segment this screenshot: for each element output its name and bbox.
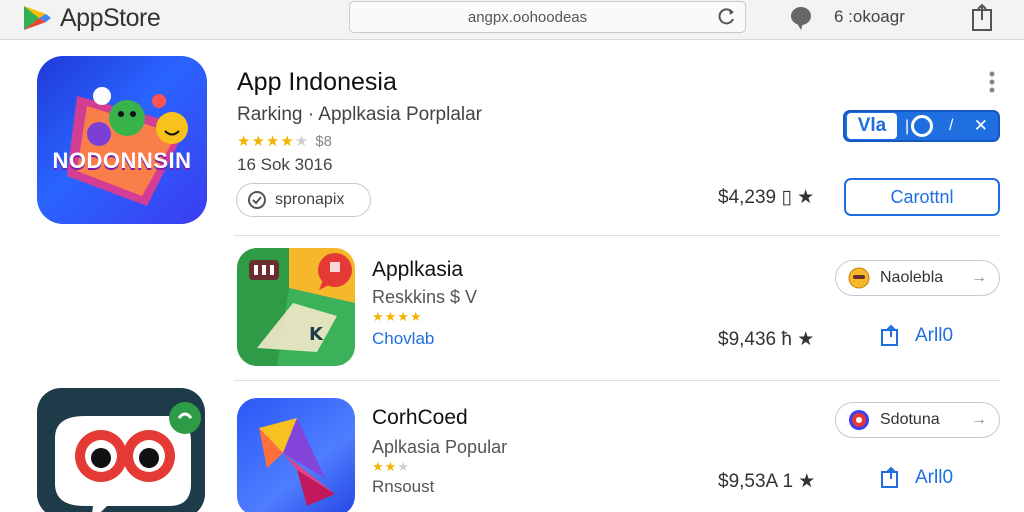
- developer-chip[interactable]: Sdotuna →: [835, 402, 1000, 438]
- app-icon-corhcoed[interactable]: [237, 398, 355, 512]
- svg-text:K: K: [309, 324, 324, 345]
- stars-filled: ★★★★: [237, 133, 295, 150]
- brand-logo[interactable]: AppStore: [22, 3, 161, 33]
- toggle-separator: |: [905, 118, 910, 135]
- arrow-right-icon: →: [971, 269, 987, 286]
- app-icon-applkasia[interactable]: K: [237, 248, 355, 366]
- arrow-right-icon: →: [971, 411, 987, 428]
- rating-count: $8: [315, 133, 332, 150]
- chat-buddy-artwork: [55, 402, 201, 512]
- app-icon-chat-buddy[interactable]: [37, 388, 205, 512]
- stars-filled: ★★★★: [372, 309, 423, 324]
- stars-filled: ★★: [372, 459, 398, 474]
- close-icon[interactable]: ✕: [974, 116, 988, 136]
- top-bar: AppStore angpx.oohoodeas 6 :okoagr: [0, 0, 1024, 40]
- developer-chip-label: Sdotuna: [880, 411, 940, 428]
- app-title[interactable]: CorhCoed: [372, 406, 468, 430]
- reload-icon[interactable]: [715, 6, 737, 28]
- share-icon[interactable]: [967, 2, 997, 32]
- open-external-icon: [881, 466, 898, 488]
- developer-chip-label: Naolebla: [880, 269, 944, 286]
- install-button[interactable]: Carottnl: [844, 178, 1000, 216]
- app-price: $9,436 ћ ★: [718, 329, 815, 350]
- open-button[interactable]: Arll0: [879, 322, 953, 350]
- address-bar[interactable]: angpx.oohoodeas: [349, 1, 746, 33]
- applkasia-artwork: K: [237, 248, 355, 366]
- view-toggle-label: Vla: [847, 113, 897, 139]
- open-button[interactable]: Arll0: [879, 464, 953, 492]
- row-divider: [234, 235, 1000, 236]
- smiley-icon: [848, 267, 870, 289]
- star-rating: ★★★★: [372, 309, 423, 325]
- app-tagline: Rnsoust: [372, 477, 435, 496]
- toggle-slash-icon: /: [949, 117, 954, 134]
- more-options-icon[interactable]: [987, 70, 997, 94]
- chat-bubble-icon[interactable]: [788, 5, 814, 31]
- app-subtitle: Reskkins $ V: [372, 287, 478, 307]
- brand-name: AppStore: [60, 3, 161, 32]
- open-external-icon: [881, 324, 898, 346]
- corhcoed-artwork: [259, 418, 335, 506]
- star-rating: ★★★★★ $8: [237, 132, 332, 150]
- address-text: angpx.oohoodeas: [467, 9, 588, 26]
- developer-chip-label: spronapix: [275, 191, 345, 208]
- app-category-link[interactable]: Chovlab: [372, 329, 434, 349]
- app-title[interactable]: Applkasia: [372, 258, 463, 282]
- developer-icon: [248, 191, 266, 209]
- star-rating: ★★★: [372, 459, 410, 475]
- open-button-label: Arll0: [915, 467, 954, 488]
- play-store-icon: [24, 6, 51, 30]
- stars-empty: ★: [397, 459, 410, 474]
- user-label[interactable]: 6 :okoagr: [834, 7, 905, 27]
- developer-chip[interactable]: spronapix: [236, 183, 371, 217]
- toggle-knob-icon[interactable]: [911, 115, 933, 137]
- view-toggle[interactable]: Vla | / ✕: [843, 110, 1000, 142]
- app-indonesia-icon-text: NODONNSIN: [52, 148, 192, 173]
- app-subtitle: Rarking · Applkasia Porplalar: [237, 104, 483, 125]
- app-price: $9,53A 1 ★: [718, 471, 816, 492]
- app-indonesia-artwork: [67, 87, 188, 206]
- stars-empty: ★: [294, 133, 310, 150]
- target-icon: [849, 410, 869, 430]
- row-divider: [234, 380, 1000, 381]
- app-meta: 16 Sok 3016: [237, 155, 333, 174]
- app-title[interactable]: App Indonesia: [237, 68, 397, 97]
- open-button-label: Arll0: [915, 325, 954, 346]
- app-subtitle: Aplkasia Popular: [372, 437, 508, 457]
- developer-chip[interactable]: Naolebla →: [835, 260, 1000, 296]
- app-price: $4,239 ▯ ★: [718, 187, 815, 208]
- app-icon-app-indonesia[interactable]: NODONNSIN: [37, 56, 207, 224]
